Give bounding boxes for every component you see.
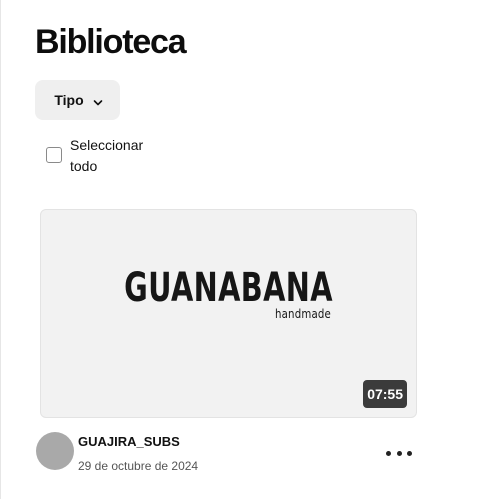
page-title: Biblioteca — [35, 23, 187, 61]
video-meta: GUAJIRA_SUBS 29 de octubre de 2024 — [36, 432, 416, 474]
more-horizontal-icon[interactable] — [386, 446, 412, 460]
channel-name[interactable]: GUAJIRA_SUBS — [78, 434, 180, 449]
type-filter-button[interactable]: Tipo — [35, 80, 120, 120]
more-dot — [396, 450, 402, 456]
video-thumbnail[interactable]: GUANABANA handmade 07:55 — [40, 209, 417, 418]
upload-date: 29 de octubre de 2024 — [78, 459, 199, 473]
select-all[interactable]: Seleccionar todo — [46, 135, 160, 177]
more-dot — [386, 450, 391, 456]
duration-badge: 07:55 — [363, 380, 407, 408]
thumbnail-logo-subtext: handmade — [275, 307, 331, 321]
type-filter-label: Tipo — [54, 92, 84, 108]
thumbnail-logo-text: GUANABANA — [124, 265, 333, 311]
chevron-down-icon — [93, 95, 103, 106]
select-all-checkbox[interactable] — [46, 147, 62, 163]
library-page: Biblioteca Tipo Seleccionar todo GUANABA… — [0, 0, 498, 499]
select-all-label: Seleccionar todo — [70, 137, 144, 174]
more-dot — [407, 450, 412, 456]
avatar[interactable] — [36, 432, 74, 470]
